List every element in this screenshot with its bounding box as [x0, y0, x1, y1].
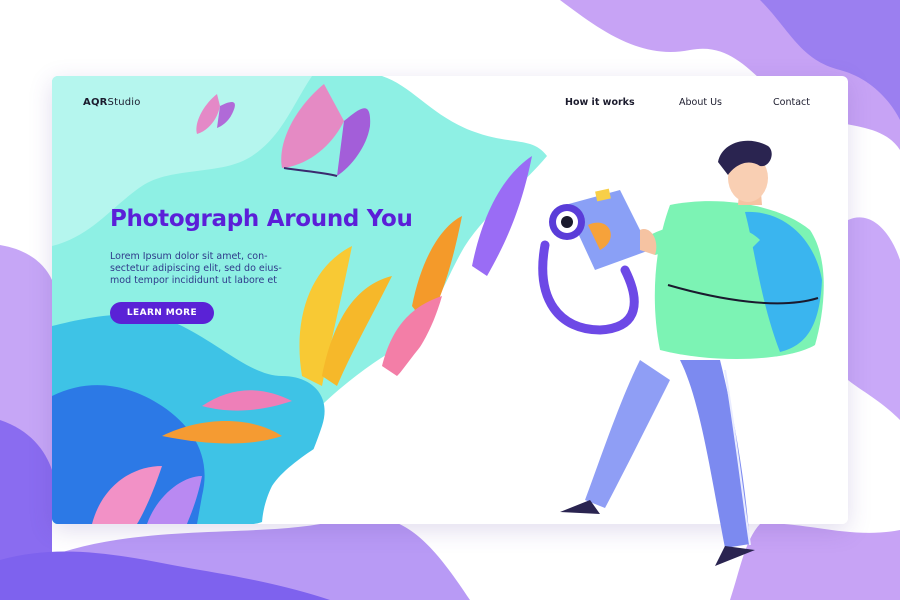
hero-text: Lorem Ipsum dolor sit amet, con- sectetu…	[110, 251, 290, 288]
brand-prefix: AQR	[83, 97, 108, 108]
learn-more-button[interactable]: LEARN MORE	[110, 302, 214, 324]
hero-text-line: mod tempor incididunt ut labore et	[110, 275, 277, 287]
nav-how-it-works[interactable]: How it works	[565, 97, 635, 108]
landing-card: AQRStudio How it works About Us Contact …	[52, 76, 848, 524]
hero-title: Photograph Around You	[110, 206, 413, 232]
brand-logo[interactable]: AQRStudio	[83, 97, 141, 108]
hero-illustration	[52, 76, 848, 524]
bottom-right-wave	[730, 523, 900, 600]
brand-suffix: Studio	[107, 97, 141, 108]
nav-contact[interactable]: Contact	[773, 97, 810, 108]
hero-text-line: sectetur adipiscing elit, sed do eius-	[110, 263, 282, 275]
hero-text-line: Lorem Ipsum dolor sit amet, con-	[110, 251, 268, 262]
nav-about-us[interactable]: About Us	[679, 97, 722, 108]
right-wave	[848, 217, 900, 420]
